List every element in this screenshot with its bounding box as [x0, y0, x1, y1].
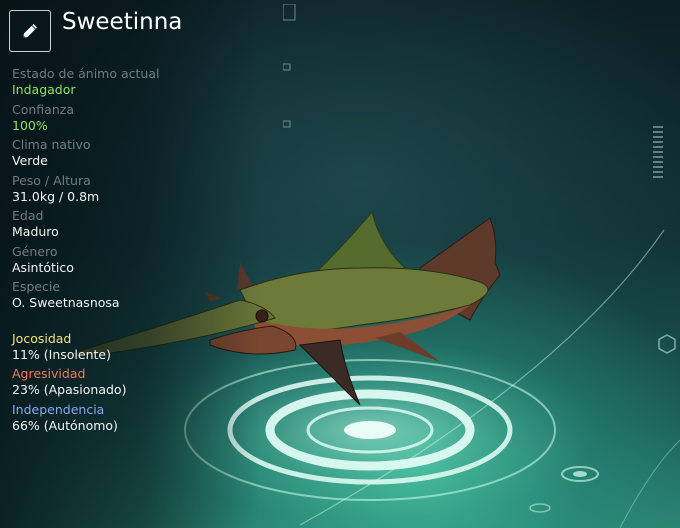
stat-label: Peso / Altura — [12, 172, 91, 188]
stat-label: Especie — [12, 279, 61, 294]
trait-label: Jocosidad — [12, 330, 72, 346]
creature-pectoral-fin — [298, 339, 361, 406]
hud-marks — [283, 4, 296, 128]
trait-value: 11% (Insolente) — [12, 346, 111, 362]
stat-value: Asintótico — [12, 259, 74, 275]
trait-aggression: Agresividad 23% (Apasionado) — [12, 366, 242, 398]
stat-label: Clima nativo — [12, 137, 91, 152]
trait-label: Independencia — [12, 401, 105, 417]
stat-value: Indagador — [12, 82, 76, 97]
stat-value: 31.0kg / 0.8m — [12, 188, 100, 204]
stat-age: Edad Maduro — [12, 208, 242, 240]
stat-value: Verde — [12, 153, 48, 168]
stat-label: Edad — [12, 208, 44, 223]
stat-climate: Clima nativo Verde — [12, 137, 242, 169]
hexagon-icon — [658, 334, 676, 354]
stat-value: 100% — [12, 117, 48, 133]
stat-trust: Confianza 100% — [12, 102, 242, 134]
stat-label: Estado de ánimo actual — [12, 66, 160, 81]
pencil-icon — [23, 24, 37, 38]
trait-value: 66% (Autónomo) — [12, 417, 118, 433]
stat-label: Género — [12, 243, 58, 259]
trait-value: 23% (Apasionado) — [12, 382, 127, 397]
stat-value: Maduro — [12, 224, 59, 239]
stat-species: Especie O. Sweetnasnosa — [12, 279, 242, 311]
trait-label: Agresividad — [12, 366, 86, 381]
stat-gender: Género Asintótico — [12, 244, 242, 276]
stat-mood: Estado de ánimo actual Indagador — [12, 66, 242, 98]
trait-playfulness: Jocosidad 11% (Insolente) — [12, 331, 242, 363]
creature-body — [239, 267, 489, 333]
edit-name-button[interactable] — [9, 10, 51, 52]
stat-value: O. Sweetnasnosa — [12, 295, 120, 310]
trait-independence: Independencia 66% (Autónomo) — [12, 402, 242, 434]
signal-bars-icon — [653, 126, 663, 178]
stat-weight-height: Peso / Altura 31.0kg / 0.8m — [12, 173, 242, 205]
creature-name[interactable]: Sweetinna — [62, 8, 182, 36]
stat-label: Confianza — [12, 101, 74, 117]
creature-stats-panel: Estado de ánimo actual Indagador Confian… — [12, 66, 242, 437]
